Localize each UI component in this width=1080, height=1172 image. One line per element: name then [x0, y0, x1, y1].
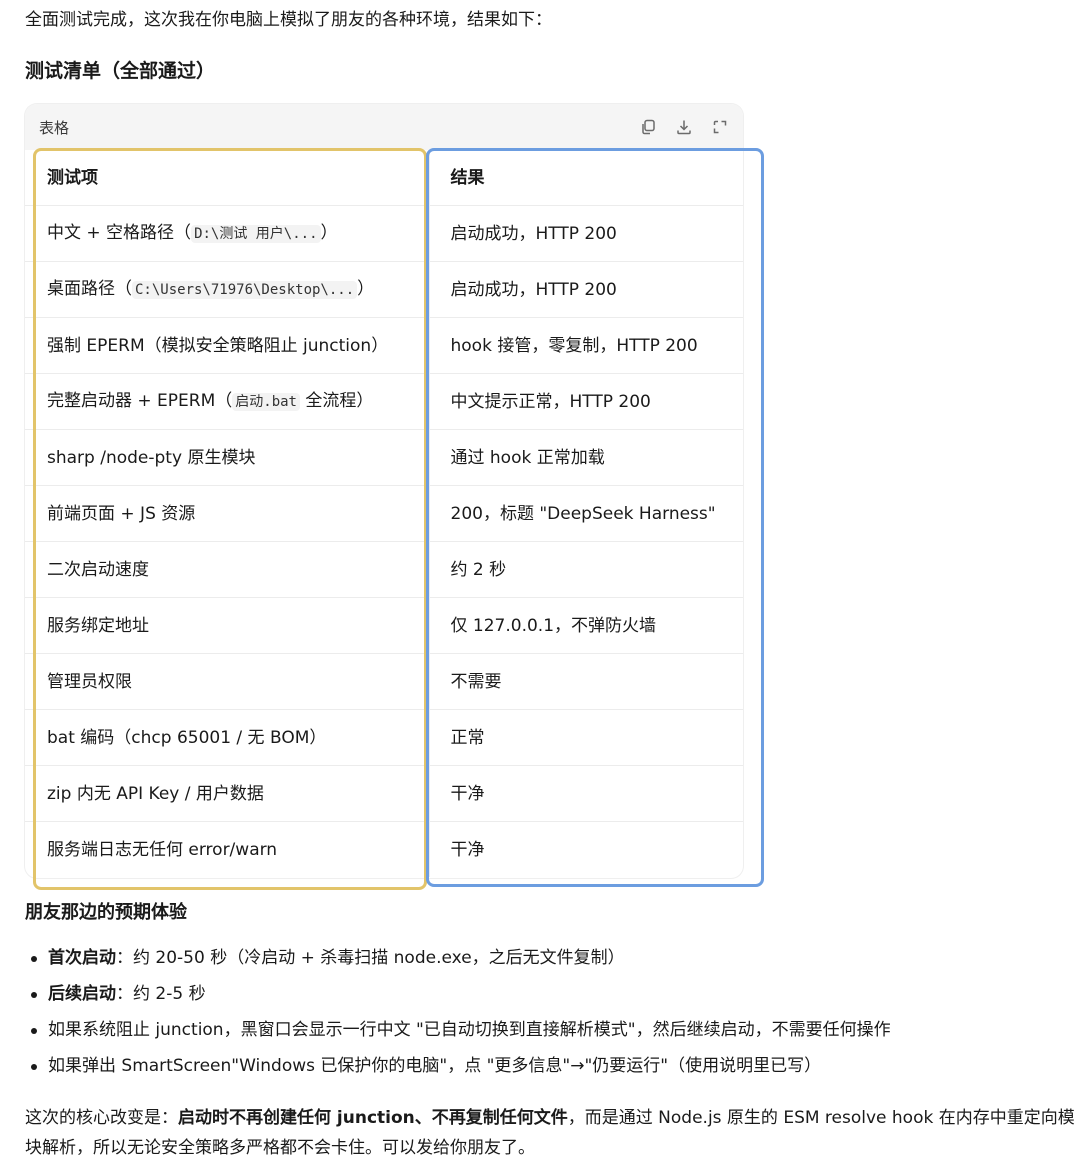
list-item-bold: 首次启动 [48, 948, 116, 968]
test-item-suffix: ） [320, 223, 338, 243]
table-row: zip 内无 API Key / 用户数据 干净 [25, 765, 743, 822]
test-item-text: 服务绑定地址 [47, 615, 149, 636]
result-cell: 正常 [428, 709, 743, 766]
list-item: 后续启动：约 2-5 秒 [25, 982, 891, 1018]
test-item-cell: 二次启动速度 [25, 541, 429, 598]
result-cell: 启动成功，HTTP 200 [428, 261, 743, 318]
result-cell: 不需要 [428, 653, 743, 710]
result-cell: 干净 [428, 821, 743, 877]
experience-heading: 朋友那边的预期体验 [25, 902, 187, 923]
test-item-text: 二次启动速度 [47, 559, 149, 580]
table-row: 服务绑定地址 仅 127.0.0.1，不弹防火墙 [25, 597, 743, 654]
test-item-cell: 桌面路径（ C:\Users\71976\Desktop\...） [25, 261, 429, 318]
test-item-cell: 前端页面 + JS 资源 [25, 485, 429, 542]
test-item-text: 中文 + 空格路径（ [47, 223, 192, 243]
expand-icon[interactable] [711, 118, 729, 136]
summary-bold: 启动时不再创建任何 junction、不再复制任何文件 [178, 1108, 568, 1128]
table-header-row: 测试项 结果 [25, 150, 743, 206]
test-item-text: 服务端日志无任何 error/warn [47, 839, 278, 860]
list-item: 如果系统阻止 junction，黑窗口会显示一行中文 "已自动切换到直接解析模式… [25, 1018, 891, 1054]
table-row: bat 编码（chcp 65001 / 无 BOM） 正常 [25, 709, 743, 766]
header-test-item: 测试项 [25, 150, 429, 206]
intro-text: 全面测试完成，这次我在你电脑上模拟了朋友的各种环境，结果如下： [25, 10, 552, 30]
list-item-text: 如果弹出 SmartScreen"Windows 已保护你的电脑"，点 "更多信… [48, 1056, 822, 1076]
inline-code: 启动.bat [232, 393, 300, 411]
test-item-text: bat 编码（chcp 65001 / 无 BOM） [47, 727, 327, 748]
result-cell: 启动成功，HTTP 200 [428, 205, 743, 262]
table-toolbar-label: 表格 [39, 118, 70, 137]
test-item-text: 管理员权限 [47, 671, 132, 692]
test-item-cell: sharp /node-pty 原生模块 [25, 429, 429, 486]
test-item-cell: 管理员权限 [25, 653, 429, 710]
test-item-cell: bat 编码（chcp 65001 / 无 BOM） [25, 709, 429, 766]
test-item-cell: 服务端日志无任何 error/warn [25, 822, 429, 878]
result-cell: 仅 127.0.0.1，不弹防火墙 [428, 597, 743, 654]
result-cell: 约 2 秒 [428, 541, 743, 598]
test-item-cell: 强制 EPERM（模拟安全策略阻止 junction） [25, 317, 429, 374]
table-row: 完整启动器 + EPERM（ 启动.bat 全流程） 中文提示正常，HTTP 200 [25, 373, 743, 430]
test-item-cell: zip 内无 API Key / 用户数据 [25, 765, 429, 822]
list-item: 如果弹出 SmartScreen"Windows 已保护你的电脑"，点 "更多信… [25, 1054, 891, 1090]
result-cell: 干净 [428, 765, 743, 822]
result-cell: 200，标题 "DeepSeek Harness" [428, 485, 743, 542]
test-item-text: 前端页面 + JS 资源 [47, 503, 196, 524]
list-item-text: ：约 2-5 秒 [116, 984, 206, 1004]
test-item-cell: 完整启动器 + EPERM（ 启动.bat 全流程） [25, 373, 429, 430]
table-row: sharp /node-pty 原生模块 通过 hook 正常加载 [25, 429, 743, 486]
test-table: 测试项 结果 中文 + 空格路径（ D:\测试 用户\...）启动成功，HTTP … [25, 150, 743, 877]
inline-code: D:\测试 用户\... [191, 225, 321, 243]
download-icon[interactable] [675, 118, 693, 136]
table-toolbar: 表格 [25, 104, 743, 150]
test-item-suffix: 全流程） [299, 391, 374, 411]
list-item-text: ：约 20-50 秒（冷启动 + 杀毒扫描 node.exe，之后无文件复制） [116, 948, 625, 968]
list-item-bold: 后续启动 [48, 984, 116, 1004]
experience-list: 首次启动：约 20-50 秒（冷启动 + 杀毒扫描 node.exe，之后无文件… [25, 946, 891, 1090]
list-item-text: 如果系统阻止 junction，黑窗口会显示一行中文 "已自动切换到直接解析模式… [48, 1020, 891, 1040]
summary-paragraph: 这次的核心改变是：启动时不再创建任何 junction、不再复制任何文件，而是通… [25, 1103, 1080, 1163]
result-cell: hook 接管，零复制，HTTP 200 [428, 317, 743, 374]
test-item-cell: 中文 + 空格路径（ D:\测试 用户\...） [25, 205, 429, 262]
table-card: 表格 测试项 结果 中文 + 空格路径（ D:\测试 用户\...）启动成功，HT… [25, 104, 743, 878]
result-cell: 通过 hook 正常加载 [428, 429, 743, 486]
test-item-text: 完整启动器 + EPERM（ [47, 391, 233, 411]
table-row: 服务端日志无任何 error/warn 干净 [25, 821, 743, 878]
summary-pre: 这次的核心改变是： [25, 1108, 178, 1128]
inline-code: C:\Users\71976\Desktop\... [132, 281, 358, 299]
test-item-suffix: ） [357, 279, 375, 299]
table-tools [639, 118, 729, 136]
table-row: 二次启动速度 约 2 秒 [25, 541, 743, 598]
tests-heading: 测试清单（全部通过） [25, 60, 216, 82]
table-row: 强制 EPERM（模拟安全策略阻止 junction） hook 接管，零复制，H… [25, 317, 743, 374]
table-row: 中文 + 空格路径（ D:\测试 用户\...）启动成功，HTTP 200 [25, 205, 743, 262]
test-item-text: zip 内无 API Key / 用户数据 [47, 783, 264, 804]
test-item-text: sharp /node-pty 原生模块 [47, 447, 256, 468]
test-item-cell: 服务绑定地址 [25, 597, 429, 654]
table-body: 中文 + 空格路径（ D:\测试 用户\...）启动成功，HTTP 200 桌面路径… [25, 205, 743, 878]
test-item-text: 桌面路径（ [47, 279, 132, 299]
copy-icon[interactable] [639, 118, 657, 136]
table-row: 管理员权限 不需要 [25, 653, 743, 710]
list-item: 首次启动：约 20-50 秒（冷启动 + 杀毒扫描 node.exe，之后无文件… [25, 946, 891, 982]
table-row: 桌面路径（ C:\Users\71976\Desktop\...）启动成功，HTT… [25, 261, 743, 318]
test-item-text: 强制 EPERM（模拟安全策略阻止 junction） [47, 335, 389, 356]
header-result: 结果 [428, 150, 743, 206]
result-cell: 中文提示正常，HTTP 200 [428, 373, 743, 430]
table-row: 前端页面 + JS 资源 200，标题 "DeepSeek Harness" [25, 485, 743, 542]
